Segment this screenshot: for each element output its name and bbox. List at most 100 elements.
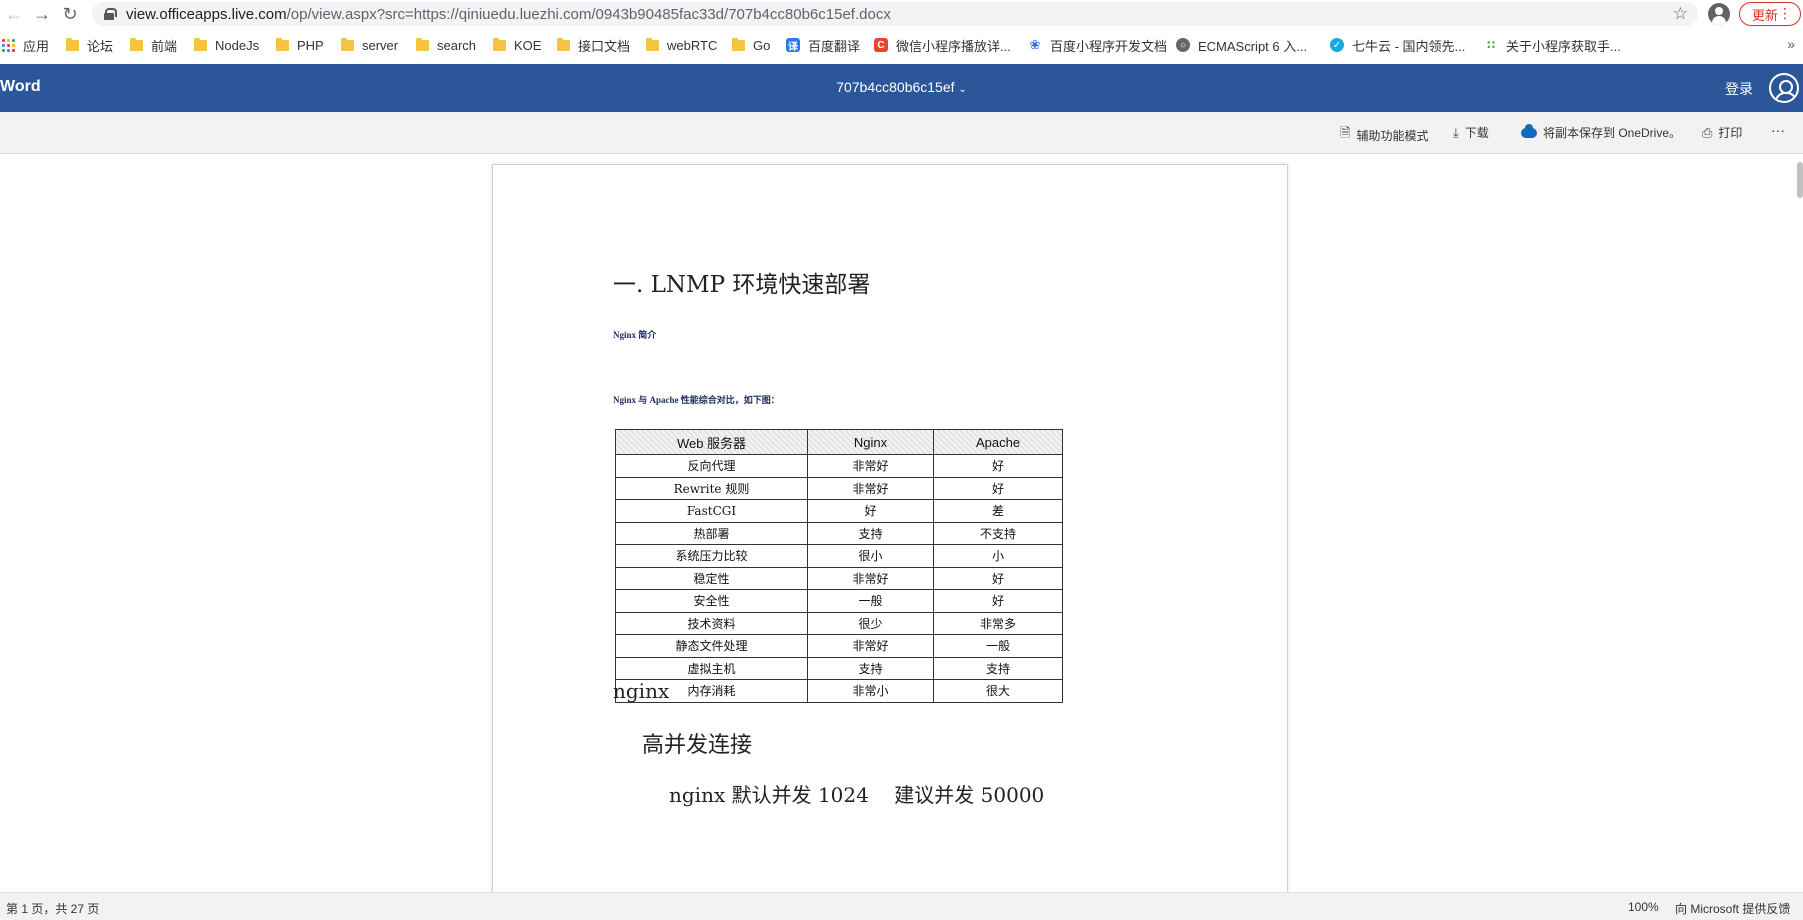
folder-icon bbox=[732, 37, 745, 51]
more-bookmarks-icon[interactable]: » bbox=[1787, 36, 1795, 52]
document-accessibility-icon: 🗎 bbox=[1340, 125, 1351, 140]
table-cell: Rewrite 规则 bbox=[615, 476, 808, 500]
qiniu-icon: ✓ bbox=[1330, 38, 1344, 52]
bookmark-miniapp-phone[interactable]: ∷ 关于小程序获取手... bbox=[1484, 30, 1621, 60]
bookmark-star-icon[interactable]: ☆ bbox=[1673, 4, 1688, 24]
table-cell: 虚拟主机 bbox=[615, 656, 808, 680]
vertical-scrollbar[interactable] bbox=[1797, 162, 1803, 198]
document-heading: 一. LNMP 环境快速部署 bbox=[613, 272, 871, 298]
bookmark-folder[interactable]: 前端 bbox=[130, 30, 177, 60]
chevron-down-icon: ⌄ bbox=[958, 84, 967, 95]
table-row: 反向代理 非常好好 bbox=[615, 454, 1063, 478]
table-cell: 好 bbox=[933, 476, 1063, 500]
table-cell: 静态文件处理 bbox=[615, 634, 808, 658]
table-cell: FastCGI bbox=[615, 499, 808, 523]
accessibility-mode-button[interactable]: 🗎 辅助功能模式 bbox=[1340, 124, 1428, 146]
document-viewport[interactable]: 一. LNMP 环境快速部署 Nginx 简介 Nginx 与 Apache 性… bbox=[0, 154, 1803, 892]
print-button[interactable]: ⎙ 打印 bbox=[1702, 124, 1742, 141]
folder-icon bbox=[493, 37, 506, 51]
apps-grid-icon bbox=[2, 38, 15, 52]
download-button[interactable]: ⤓ 下载 bbox=[1453, 124, 1489, 141]
feedback-link[interactable]: 向 Microsoft 提供反馈 bbox=[1675, 900, 1790, 917]
table-cell: 一般 bbox=[933, 634, 1063, 658]
user-account-icon[interactable] bbox=[1769, 73, 1799, 103]
bookmark-baidu-miniapp[interactable]: ❀ 百度小程序开发文档 bbox=[1028, 30, 1167, 60]
lock-icon bbox=[104, 8, 117, 20]
bookmark-folder[interactable]: 接口文档 bbox=[557, 30, 630, 60]
table-cell: 好 bbox=[933, 454, 1063, 478]
table-cell: 支持 bbox=[807, 521, 934, 545]
table-row: 技术资料 很少 非常多 bbox=[615, 611, 1063, 635]
table-cell: 好 bbox=[933, 589, 1063, 613]
table-header-row: Web 服务器 Nginx Apache bbox=[615, 429, 1063, 455]
folder-icon bbox=[66, 37, 79, 51]
address-bar[interactable]: view.officeapps.live.com/op/view.aspx?sr… bbox=[92, 2, 1698, 26]
sign-in-link[interactable]: 登录 bbox=[1725, 79, 1753, 99]
table-header-cell: Apache bbox=[933, 429, 1063, 455]
menu-dots-icon: ⋮ bbox=[1778, 5, 1792, 21]
folder-icon bbox=[276, 37, 289, 51]
bookmark-folder[interactable]: NodeJs bbox=[194, 30, 259, 60]
body-line-concurrency-values: nginx 默认并发 1024 建议并发 50000 bbox=[669, 783, 1045, 807]
table-cell: 差 bbox=[933, 499, 1063, 523]
table-cell: 反向代理 bbox=[615, 454, 808, 478]
update-button[interactable]: 更新 ⋮ bbox=[1739, 2, 1801, 26]
profile-avatar-icon[interactable] bbox=[1708, 3, 1730, 25]
baidu-paw-icon: ❀ bbox=[1028, 37, 1042, 52]
table-cell: 稳定性 bbox=[615, 566, 808, 590]
onedrive-cloud-icon bbox=[1521, 123, 1537, 138]
document-title[interactable]: 707b4cc80b6c15ef ⌄ bbox=[0, 79, 1803, 95]
page-count: 第 1 页，共 27 页 bbox=[6, 902, 100, 916]
table-cell: 不支持 bbox=[933, 521, 1063, 545]
table-cell: 热部署 bbox=[615, 521, 808, 545]
nginx-intro-note: Nginx 简介 bbox=[613, 330, 657, 340]
bookmark-ecmascript[interactable]: ○ ECMAScript 6 入... bbox=[1176, 30, 1307, 60]
bookmark-folder[interactable]: PHP bbox=[276, 30, 324, 60]
printer-icon: ⎙ bbox=[1702, 124, 1713, 140]
folder-icon bbox=[341, 37, 354, 51]
bookmarks-bar: 应用 论坛 前端 NodeJs PHP server search KOE 接口… bbox=[0, 30, 1803, 60]
table-cell: 非常好 bbox=[807, 566, 934, 590]
forward-arrow-icon[interactable]: → bbox=[28, 0, 56, 28]
body-line-high-concurrency: 高并发连接 bbox=[642, 733, 753, 758]
bookmark-baidu-translate[interactable]: 译百度翻译 bbox=[786, 30, 860, 60]
bookmark-folder[interactable]: Go bbox=[732, 30, 770, 60]
bookmark-csdn[interactable]: C 微信小程序播放详... bbox=[874, 30, 1011, 60]
nginx-apache-comparison-table: Web 服务器 Nginx Apache 反向代理 非常好好 Rewrite 规则… bbox=[615, 429, 1063, 703]
zoom-level[interactable]: 100% bbox=[1628, 900, 1659, 914]
more-options-button[interactable]: ··· bbox=[1771, 122, 1785, 138]
back-arrow-icon[interactable]: ← bbox=[0, 0, 28, 28]
globe-icon: ○ bbox=[1176, 38, 1190, 52]
status-bar: 第 1 页，共 27 页 100% 向 Microsoft 提供反馈 bbox=[0, 892, 1803, 920]
bookmark-folder[interactable]: server bbox=[341, 30, 398, 60]
csdn-icon: C bbox=[874, 38, 888, 52]
table-cell: 非常多 bbox=[933, 611, 1063, 635]
table-cell: 安全性 bbox=[615, 589, 808, 613]
body-line-nginx: nginx bbox=[613, 679, 670, 703]
bookmark-folder[interactable]: KOE bbox=[493, 30, 541, 60]
folder-icon bbox=[416, 37, 429, 51]
table-cell: 非常好 bbox=[807, 476, 934, 500]
bookmark-folder[interactable]: search bbox=[416, 30, 476, 60]
table-cell: 好 bbox=[933, 566, 1063, 590]
url-text: view.officeapps.live.com/op/view.aspx?sr… bbox=[126, 5, 891, 23]
table-header-cell: Web 服务器 bbox=[615, 429, 808, 455]
bookmark-folder[interactable]: webRTC bbox=[646, 30, 717, 60]
dots-grid-icon: ∷ bbox=[1484, 38, 1498, 52]
table-cell: 一般 bbox=[807, 589, 934, 613]
document-page: 一. LNMP 环境快速部署 Nginx 简介 Nginx 与 Apache 性… bbox=[492, 164, 1288, 892]
bookmark-qiniu[interactable]: ✓ 七牛云 - 国内领先... bbox=[1330, 30, 1465, 60]
table-row: 系统压力比较 很小小 bbox=[615, 544, 1063, 568]
table-cell: 很大 bbox=[933, 679, 1063, 703]
browser-window: ← → ↻ view.officeapps.live.com/op/view.a… bbox=[0, 0, 1803, 920]
download-icon: ⤓ bbox=[1453, 124, 1459, 140]
save-to-onedrive-button[interactable]: 将副本保存到 OneDrive。 bbox=[1521, 123, 1681, 141]
bookmark-apps[interactable]: 应用 bbox=[2, 30, 49, 60]
table-row: 静态文件处理 非常好 一般 bbox=[615, 634, 1063, 658]
table-cell: 非常好 bbox=[807, 454, 934, 478]
table-row: 安全性 一般好 bbox=[615, 589, 1063, 613]
bookmark-folder[interactable]: 论坛 bbox=[66, 30, 113, 60]
reload-icon[interactable]: ↻ bbox=[56, 0, 84, 28]
table-cell: 小 bbox=[933, 544, 1063, 568]
table-cell: 支持 bbox=[933, 656, 1063, 680]
